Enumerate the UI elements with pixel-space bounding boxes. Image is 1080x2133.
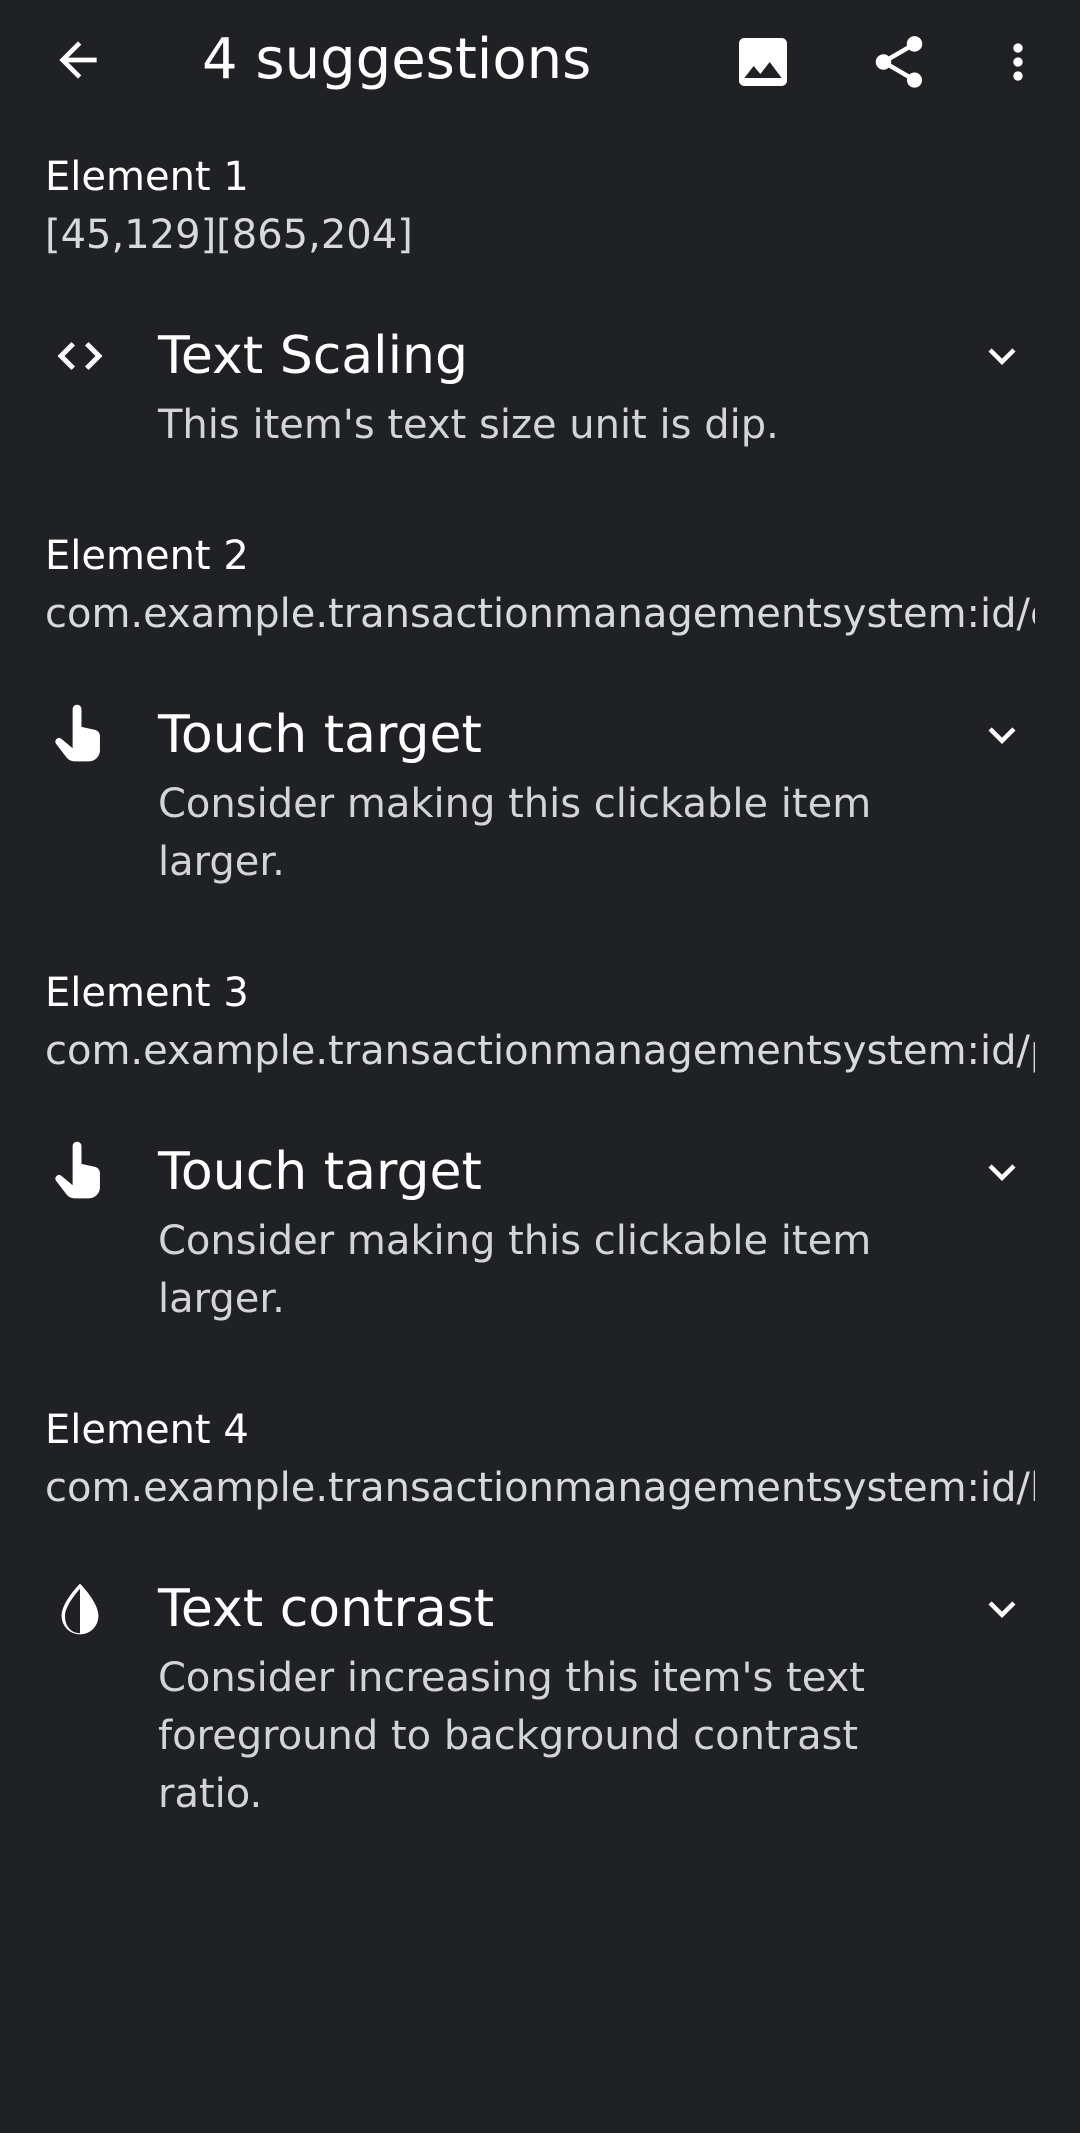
element-id: com.example.transactionmanagementsystem:… bbox=[45, 1028, 1035, 1074]
share-icon bbox=[875, 36, 923, 88]
touch-hand-icon bbox=[55, 1141, 100, 1199]
share-button[interactable] bbox=[861, 24, 937, 100]
top-app-bar: 4 suggestions bbox=[0, 0, 1080, 118]
suggestion-description: Consider increasing this item's text for… bbox=[158, 1655, 865, 1817]
element-header-2: Element 2 com.example.transactionmanagem… bbox=[45, 527, 1035, 643]
suggestion-icon bbox=[44, 320, 116, 392]
suggestion-icon bbox=[44, 699, 116, 771]
suggestion-item-touch-target[interactable]: Touch target Consider making this clicka… bbox=[0, 1136, 1080, 1336]
image-button[interactable] bbox=[725, 24, 801, 100]
suggestion-title: Touch target bbox=[158, 1142, 482, 1202]
element-name: Element 2 bbox=[45, 533, 249, 579]
element-id: com.example.transactionmanagementsystem:… bbox=[45, 591, 1035, 637]
element-name: Element 3 bbox=[45, 970, 249, 1016]
suggestion-item-text-contrast[interactable]: Text contrast Consider increasing this i… bbox=[0, 1573, 1080, 1833]
suggestion-title: Touch target bbox=[158, 705, 482, 765]
back-button[interactable] bbox=[44, 26, 112, 94]
element-id: [45,129][865,204] bbox=[45, 212, 413, 258]
element-header-3: Element 3 com.example.transactionmanagem… bbox=[45, 964, 1035, 1080]
chevron-down-icon bbox=[988, 1601, 1016, 1618]
suggestion-title: Text Scaling bbox=[158, 326, 469, 386]
suggestion-description: Consider making this clickable item larg… bbox=[158, 781, 872, 885]
more-options-button[interactable] bbox=[980, 24, 1056, 100]
expand-button[interactable] bbox=[966, 320, 1038, 392]
expand-button[interactable] bbox=[966, 1136, 1038, 1208]
expand-button[interactable] bbox=[966, 1573, 1038, 1645]
expand-button[interactable] bbox=[966, 699, 1038, 771]
element-name: Element 1 bbox=[45, 154, 249, 200]
element-header-1: Element 1 [45,129][865,204] bbox=[45, 148, 1035, 264]
suggestion-description: Consider making this clickable item larg… bbox=[158, 1218, 872, 1322]
contrast-icon bbox=[61, 1583, 99, 1635]
page-title: 4 suggestions bbox=[202, 27, 592, 92]
suggestion-item-touch-target[interactable]: Touch target Consider making this clicka… bbox=[0, 699, 1080, 899]
more-vert-icon bbox=[1013, 43, 1023, 81]
element-id: com.example.transactionmanagementsystem:… bbox=[45, 1465, 1035, 1511]
suggestion-icon bbox=[44, 1573, 116, 1645]
chevron-down-icon bbox=[988, 348, 1016, 365]
element-name: Element 4 bbox=[45, 1407, 249, 1453]
chevron-down-icon bbox=[988, 1164, 1016, 1181]
back-arrow-icon bbox=[59, 41, 97, 79]
code-brackets-icon bbox=[57, 342, 103, 370]
element-header-4: Element 4 com.example.transactionmanagem… bbox=[45, 1401, 1035, 1517]
suggestion-item-text-scaling[interactable]: Text Scaling This item's text size unit … bbox=[0, 320, 1080, 470]
suggestion-icon bbox=[44, 1136, 116, 1208]
touch-hand-icon bbox=[55, 704, 100, 762]
suggestion-title: Text contrast bbox=[158, 1579, 495, 1639]
suggestion-description: This item's text size unit is dip. bbox=[158, 402, 779, 448]
chevron-down-icon bbox=[988, 727, 1016, 744]
image-icon bbox=[739, 38, 787, 86]
